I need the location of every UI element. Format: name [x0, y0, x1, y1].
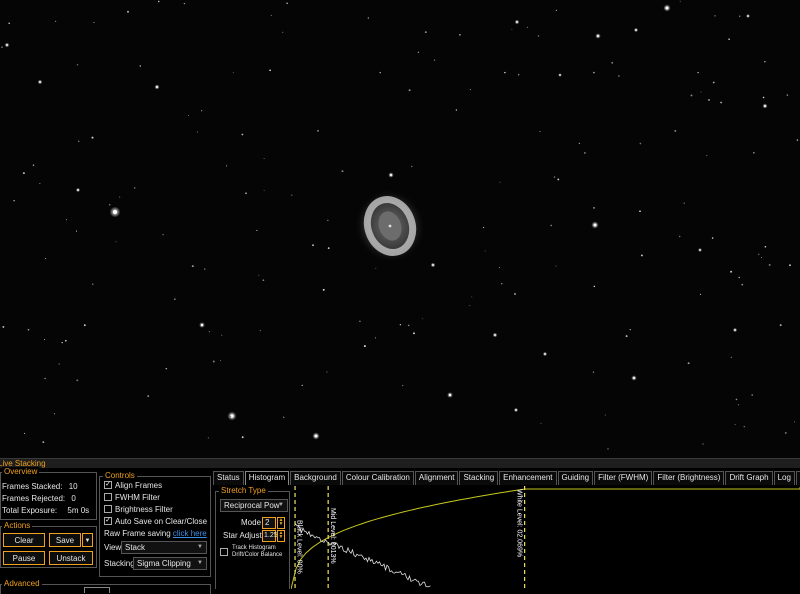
window-title-bar: Live Stacking [0, 458, 800, 468]
stretch-type-group: Stretch Type Reciprocal Pow ▼ Mode 2 ▲ ▼ … [215, 486, 290, 589]
track-histogram-box[interactable] [220, 548, 228, 556]
brightness-filter-checkbox[interactable]: Brightness Filter [104, 504, 173, 515]
total-exposure-label: Total Exposure: [2, 506, 58, 515]
white-level-label: White Level: 02.069% [516, 489, 523, 557]
frames-rejected-value: 0 [71, 494, 76, 503]
spin-down-icon[interactable]: ▼ [279, 521, 284, 527]
align-frames-box[interactable]: ✓ [104, 480, 112, 489]
chevron-down-icon: ▼ [197, 544, 203, 550]
save-dropdown-button[interactable]: ▼ [82, 533, 93, 547]
tab-stacking[interactable]: Stacking [459, 471, 499, 485]
tab-settings[interactable]: Settings [795, 471, 800, 485]
raw-frame-label: Raw Frame saving [104, 529, 171, 538]
tab-log[interactable]: Log [773, 471, 795, 485]
mode-spinner[interactable]: ▲ ▼ [277, 517, 285, 529]
overview-group: Overview Frames Stacked: 10 Frames Rejec… [0, 467, 97, 520]
stacking-select-value: Sigma Clipping [137, 559, 191, 568]
tab-filter-fwhm[interactable]: Filter (FWHM) [594, 471, 653, 485]
total-exposure-value: 5m 0s [67, 506, 90, 515]
tab-alignment[interactable]: Alignment [414, 471, 459, 485]
drift-color-balance-label: Drift/Color Balance [232, 552, 283, 558]
tab-strip: Status Histogram Background Colour Calibrat… [213, 471, 800, 485]
advanced-title: Advanced [2, 579, 42, 589]
fwhm-filter-checkbox[interactable]: FWHM Filter [104, 492, 160, 503]
advanced-field[interactable] [84, 587, 110, 593]
chevron-down-icon: ▼ [197, 560, 203, 566]
total-exposure-row: Total Exposure: 5m 0s [2, 506, 89, 516]
clear-button[interactable]: Clear [3, 533, 45, 547]
auto-save-label: Auto Save on Clear/Close [115, 517, 208, 526]
black-level-label: Black Level: 00% [296, 520, 303, 574]
align-frames-label: Align Frames [115, 481, 163, 490]
actions-title: Actions [2, 521, 33, 531]
tab-status[interactable]: Status [213, 471, 244, 485]
stretch-type-value: Reciprocal Pow [224, 501, 280, 510]
view-select-value: Stack [125, 543, 146, 552]
histogram-view[interactable]: Black Level: 00% Mid Level: 0013% White … [291, 486, 800, 589]
frames-rejected-label: Frames Rejected: [2, 494, 66, 503]
frames-stacked-row: Frames Stacked: 10 [2, 482, 78, 492]
tab-drift-graph[interactable]: Drift Graph [725, 471, 773, 485]
chevron-down-icon: ▼ [84, 538, 91, 544]
align-frames-checkbox[interactable]: ✓ Align Frames [104, 480, 163, 491]
star-adjust-input[interactable]: 1.25 [262, 530, 278, 542]
unstack-button[interactable]: Unstack [49, 551, 93, 565]
view-label: View [104, 543, 122, 552]
raw-frame-link[interactable]: click here [173, 529, 207, 538]
auto-save-checkbox[interactable]: ✓ Auto Save on Clear/Close [104, 516, 208, 527]
overview-title: Overview [2, 467, 40, 477]
chevron-down-icon: ▼ [278, 502, 284, 508]
tab-filter-brightness[interactable]: Filter (Brightness) [653, 471, 725, 485]
mid-level-label: Mid Level: 0013% [329, 508, 336, 564]
star-adjust-spinner[interactable]: ▲ ▼ [277, 530, 285, 542]
frames-rejected-row: Frames Rejected: 0 [2, 494, 76, 504]
auto-save-box[interactable]: ✓ [104, 516, 112, 525]
fwhm-filter-label: FWHM Filter [115, 493, 160, 502]
raw-frame-row: Raw Frame saving click here [104, 529, 207, 539]
stacking-label: Stacking [104, 559, 135, 568]
controls-title: Controls [103, 471, 137, 481]
mode-input[interactable]: 2 [262, 517, 276, 529]
frames-stacked-value: 10 [68, 482, 78, 491]
save-button[interactable]: Save [49, 533, 81, 547]
brightness-filter-box[interactable] [104, 504, 112, 513]
mode-label: Mode [241, 518, 262, 527]
stretch-type-title: Stretch Type [219, 486, 268, 496]
tab-enhancement[interactable]: Enhancement [499, 471, 557, 485]
fwhm-filter-box[interactable] [104, 492, 112, 501]
spin-down-icon[interactable]: ▼ [279, 534, 284, 540]
star-adjust-label: Star Adjust [223, 531, 262, 540]
pause-button[interactable]: Pause [3, 551, 45, 565]
tab-colour-calibration[interactable]: Colour Calibration [341, 471, 414, 485]
stretch-type-select[interactable]: Reciprocal Pow ▼ [220, 499, 288, 512]
controls-group: Controls ✓ Align Frames FWHM Filter Brigh… [99, 471, 211, 577]
track-histogram-label: Track Histogram [232, 545, 276, 551]
advanced-group: Advanced [0, 579, 211, 594]
actions-group: Actions Clear Save ▼ Pause Unstack [0, 521, 97, 568]
view-select[interactable]: Stack ▼ [121, 541, 207, 554]
tab-histogram[interactable]: Histogram [244, 471, 290, 485]
tab-guiding[interactable]: Guiding [557, 471, 594, 485]
stacked-image-view[interactable] [0, 0, 800, 458]
tab-background[interactable]: Background [290, 471, 341, 485]
frames-stacked-label: Frames Stacked: [2, 482, 63, 491]
stacking-select[interactable]: Sigma Clipping ▼ [133, 557, 207, 570]
brightness-filter-label: Brightness Filter [115, 505, 173, 514]
